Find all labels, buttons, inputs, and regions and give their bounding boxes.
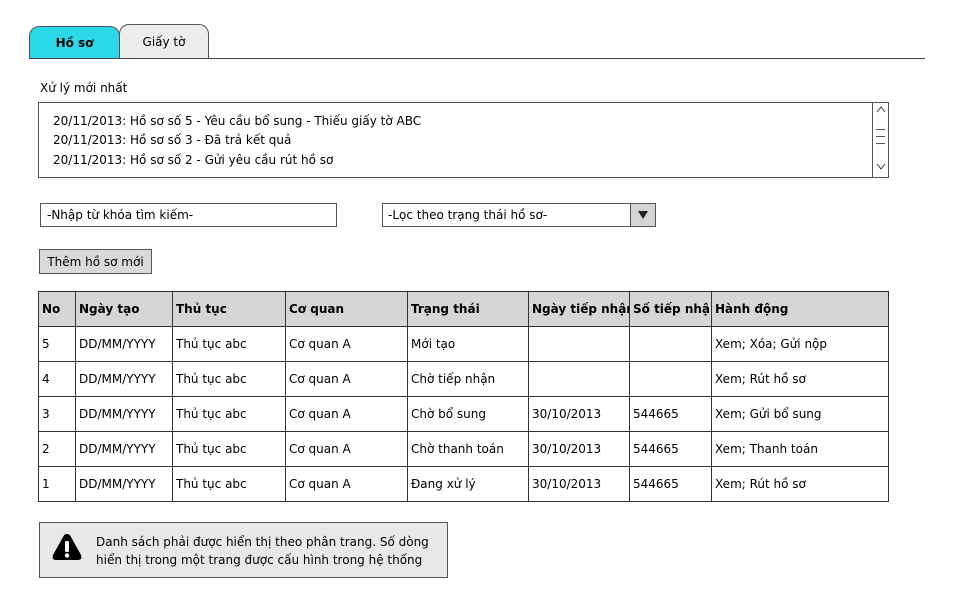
cell-procedure: Thủ tục abc — [172, 326, 286, 362]
cell-agency: Cơ quan A — [285, 326, 408, 362]
cell-created-date: DD/MM/YYYY — [75, 361, 173, 397]
cell-procedure: Thủ tục abc — [172, 466, 286, 502]
column-header-actions: Hành động — [711, 291, 889, 327]
cell-created-date: DD/MM/YYYY — [75, 431, 173, 467]
chevron-up-icon[interactable] — [873, 105, 888, 117]
records-table: No Ngày tạo Thủ tục Cơ quan Trạng thái N… — [38, 291, 889, 502]
chevron-down-icon[interactable] — [873, 163, 888, 175]
column-header-created-date[interactable]: Ngày tạo — [75, 291, 173, 327]
cell-actions[interactable]: Xem; Rút hồ sơ — [711, 466, 889, 502]
cell-no: 5 — [38, 326, 76, 362]
cell-no: 2 — [38, 431, 76, 467]
search-input[interactable] — [40, 203, 337, 227]
log-scrollbar[interactable] — [872, 103, 888, 177]
cell-agency: Cơ quan A — [285, 431, 408, 467]
cell-no: 1 — [38, 466, 76, 502]
cell-procedure: Thủ tục abc — [172, 361, 286, 397]
cell-status: Chờ tiếp nhận — [407, 361, 529, 397]
pagination-note: Danh sách phải được hiển thị theo phân t… — [39, 522, 448, 578]
column-header-no[interactable]: No — [38, 291, 76, 327]
cell-received-date — [528, 361, 630, 397]
cell-status: Chờ bổ sung — [407, 396, 529, 432]
cell-no: 3 — [38, 396, 76, 432]
status-filter-select[interactable]: -Lọc theo trạng thái hồ sơ- — [382, 203, 656, 227]
dropdown-arrow-icon[interactable] — [630, 204, 655, 226]
cell-agency: Cơ quan A — [285, 361, 408, 397]
cell-no: 4 — [38, 361, 76, 397]
log-line: 20/11/2013: Hồ sơ số 3 - Đã trả kết quả — [53, 133, 292, 147]
cell-receipt-number — [629, 326, 712, 362]
warning-icon — [50, 531, 84, 563]
column-header-agency[interactable]: Cơ quan — [285, 291, 408, 327]
cell-receipt-number: 544665 — [629, 431, 712, 467]
tab-giay-to[interactable]: Giấy tờ — [119, 24, 209, 58]
cell-status: Chờ thanh toán — [407, 431, 529, 467]
table-row[interactable]: 1 DD/MM/YYYY Thủ tục abc Cơ quan A Đang … — [38, 466, 889, 502]
table-row[interactable]: 2 DD/MM/YYYY Thủ tục abc Cơ quan A Chờ t… — [38, 431, 889, 467]
column-header-received-date[interactable]: Ngày tiếp nhận — [528, 291, 630, 327]
cell-procedure: Thủ tục abc — [172, 396, 286, 432]
table-row[interactable]: 3 DD/MM/YYYY Thủ tục abc Cơ quan A Chờ b… — [38, 396, 889, 432]
cell-actions[interactable]: Xem; Gửi bổ sung — [711, 396, 889, 432]
tab-divider — [29, 58, 925, 59]
cell-received-date: 30/10/2013 — [528, 466, 630, 502]
note-text: Danh sách phải được hiển thị theo phân t… — [96, 535, 429, 567]
filter-selected-value: -Lọc theo trạng thái hồ sơ- — [388, 208, 548, 222]
cell-status: Đang xử lý — [407, 466, 529, 502]
column-header-receipt-number[interactable]: Số tiếp nhận — [629, 291, 712, 327]
cell-created-date: DD/MM/YYYY — [75, 466, 173, 502]
cell-created-date: DD/MM/YYYY — [75, 326, 173, 362]
scroll-thumb[interactable] — [876, 129, 885, 151]
column-header-procedure[interactable]: Thủ tục — [172, 291, 286, 327]
cell-actions[interactable]: Xem; Xóa; Gửi nộp — [711, 326, 889, 362]
cell-receipt-number: 544665 — [629, 466, 712, 502]
recent-log-box: 20/11/2013: Hồ sơ số 5 - Yêu cầu bổ sung… — [38, 102, 889, 178]
cell-status: Mới tạo — [407, 326, 529, 362]
add-record-button[interactable]: Thêm hồ sơ mới — [39, 249, 152, 274]
column-header-status[interactable]: Trạng thái — [407, 291, 529, 327]
cell-actions[interactable]: Xem; Thanh toán — [711, 431, 889, 467]
recent-section-label: Xử lý mới nhất — [40, 81, 128, 95]
cell-received-date: 30/10/2013 — [528, 396, 630, 432]
log-line: 20/11/2013: Hồ sơ số 5 - Yêu cầu bổ sung… — [53, 114, 422, 128]
cell-received-date: 30/10/2013 — [528, 431, 630, 467]
cell-procedure: Thủ tục abc — [172, 431, 286, 467]
cell-receipt-number — [629, 361, 712, 397]
log-line: 20/11/2013: Hồ sơ số 2 - Gửi yêu cầu rút… — [53, 153, 334, 167]
cell-receipt-number: 544665 — [629, 396, 712, 432]
cell-received-date — [528, 326, 630, 362]
table-header-row: No Ngày tạo Thủ tục Cơ quan Trạng thái N… — [38, 291, 889, 327]
table-row[interactable]: 4 DD/MM/YYYY Thủ tục abc Cơ quan A Chờ t… — [38, 361, 889, 397]
tab-ho-so[interactable]: Hồ sơ — [29, 26, 120, 58]
cell-agency: Cơ quan A — [285, 466, 408, 502]
cell-agency: Cơ quan A — [285, 396, 408, 432]
cell-actions[interactable]: Xem; Rút hồ sơ — [711, 361, 889, 397]
cell-created-date: DD/MM/YYYY — [75, 396, 173, 432]
table-row[interactable]: 5 DD/MM/YYYY Thủ tục abc Cơ quan A Mới t… — [38, 326, 889, 362]
